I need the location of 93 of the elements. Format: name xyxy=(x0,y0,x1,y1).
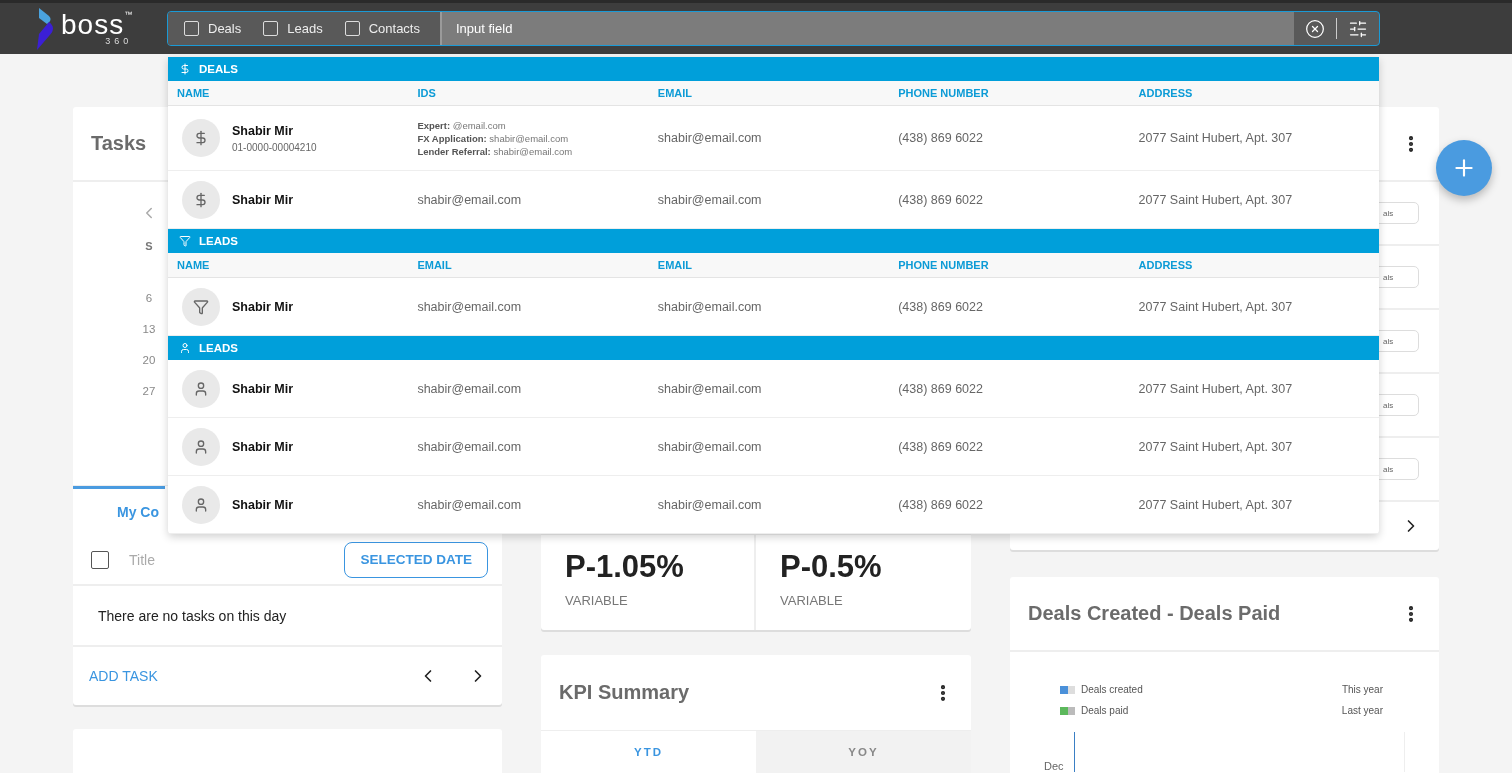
weekday-label: S xyxy=(145,240,153,252)
clear-icon[interactable] xyxy=(1305,18,1325,39)
table-cell-text: shabir@email.com xyxy=(657,299,763,314)
id-line: Lender Referral: shabir@email.com xyxy=(417,145,574,157)
filter-checkbox[interactable]: Deals xyxy=(184,21,242,36)
table-cell-text: (438) 869 6022 xyxy=(898,381,984,396)
stat-value: P-1.05% xyxy=(565,549,685,585)
table-cell-text: (438) 869 6022 xyxy=(898,131,984,145)
column-header: PHONE NUMBER xyxy=(898,259,990,271)
table-cell-text: shabir@email.com xyxy=(417,299,523,314)
search-field[interactable]: Input field xyxy=(442,12,1294,45)
axis-label: Dec xyxy=(1044,760,1065,772)
table-cell-text: shabir@email.com xyxy=(657,131,763,145)
section-title: LEADS xyxy=(199,235,238,247)
table-cell-text: (438) 869 6022 xyxy=(898,497,984,512)
result-row[interactable]: Shabir Mir 01-0000-00004210 Expert: @email.com FX Application: shabir@email.com Lender Referral: shabir@email.com shabir@email.com (438) 869 6022 2077 Saint Hubert, Apt. 307 xyxy=(168,106,1379,171)
id-line: Expert: @email.com xyxy=(417,119,507,131)
table-cell-text: 2077 Saint Hubert, Apt. 307 xyxy=(1138,131,1294,145)
column-header: IDS xyxy=(417,87,437,99)
result-id: 01-0000-00004210 xyxy=(232,141,317,153)
card-title: Tasks xyxy=(91,132,147,155)
table-cell-text: 2077 Saint Hubert, Apt. 307 xyxy=(1138,439,1294,454)
table-cell-text: (438) 869 6022 xyxy=(898,192,984,207)
person-icon xyxy=(179,342,191,354)
table-cell-text: shabir@email.com xyxy=(417,192,523,207)
result-row[interactable]: Shabir Mir shabir@email.com shabir@email.com (438) 869 6022 2077 Saint Hubert, Apt. 307 xyxy=(168,360,1379,418)
column-header: NAME xyxy=(177,259,211,271)
table-cell-text: shabir@email.com xyxy=(417,497,523,512)
person-icon xyxy=(193,438,209,455)
column-header: NAME xyxy=(177,87,211,99)
card-title: Deals Created - Deals Paid xyxy=(1028,602,1281,625)
stat-label: VARIABLE xyxy=(780,593,844,608)
filter-label: Leads xyxy=(287,21,323,36)
filter-checkbox[interactable]: Contacts xyxy=(344,21,420,36)
result-name: Shabir Mir xyxy=(232,299,294,314)
stat-label: VARIABLE xyxy=(565,593,629,608)
dollar-icon xyxy=(193,191,209,208)
calendar-day[interactable]: 13 xyxy=(142,323,156,354)
card-title: KPI Summary xyxy=(559,681,690,704)
funnel-icon xyxy=(193,298,209,315)
dollar-icon xyxy=(179,63,191,75)
table-cell-text: shabir@email.com xyxy=(657,439,763,454)
column-header: PHONE NUMBER xyxy=(898,87,990,99)
legend-label: Deals created xyxy=(1081,684,1143,695)
result-name: Shabir Mir xyxy=(232,497,294,512)
tab[interactable]: YOY xyxy=(756,730,971,773)
table-cell-text: 2077 Saint Hubert, Apt. 307 xyxy=(1138,192,1294,207)
table-cell-text: 2077 Saint Hubert, Apt. 307 xyxy=(1138,381,1294,396)
table-cell-text: 2077 Saint Hubert, Apt. 307 xyxy=(1138,497,1294,512)
sliders-icon[interactable] xyxy=(1348,18,1368,39)
trademark-mark: ™ xyxy=(124,10,133,19)
section-title: LEADS xyxy=(199,342,238,354)
table-cell-text: (438) 869 6022 xyxy=(898,299,984,314)
funnel-icon xyxy=(179,235,191,247)
table-cell-text: shabir@email.com xyxy=(417,439,523,454)
column-header: ADDRESS xyxy=(1138,259,1194,271)
column-header: EMAIL xyxy=(657,259,694,271)
result-name: Shabir Mir xyxy=(232,192,294,207)
filter-checkbox[interactable]: Leads xyxy=(263,21,323,36)
column-header: ADDRESS xyxy=(1138,87,1194,99)
id-line: FX Application: shabir@email.com xyxy=(417,132,570,144)
column-header: EMAIL xyxy=(657,87,694,99)
section-title: DEALS xyxy=(199,63,238,75)
legend-period: Last year xyxy=(1341,705,1383,716)
calendar-day[interactable]: 6 xyxy=(145,292,153,323)
add-task-button[interactable]: ADD TASK xyxy=(89,668,158,684)
add-button[interactable] xyxy=(1436,140,1492,196)
result-name: Shabir Mir xyxy=(232,381,294,396)
table-cell-text: shabir@email.com xyxy=(657,497,763,512)
empty-message: There are no tasks on this day xyxy=(73,586,502,647)
person-icon xyxy=(193,380,209,397)
table-cell-text: shabir@email.com xyxy=(657,381,763,396)
calendar-day[interactable]: 27 xyxy=(142,385,156,416)
logo-subtext: 360 xyxy=(105,37,133,46)
stat-value: P-0.5% xyxy=(780,549,883,585)
tab[interactable]: My Co xyxy=(73,486,165,535)
table-cell-text: shabir@email.com xyxy=(657,192,763,207)
legend-period: This year xyxy=(1341,684,1383,695)
filter-label: Contacts xyxy=(368,21,420,36)
legend-label: Deals paid xyxy=(1081,705,1129,716)
person-icon xyxy=(193,496,209,513)
result-name: Shabir Mir xyxy=(232,439,294,454)
column-header: EMAIL xyxy=(417,259,453,271)
selected-date-button[interactable]: SELECTED DATE xyxy=(344,541,488,578)
table-cell-text: 2077 Saint Hubert, Apt. 307 xyxy=(1138,299,1294,314)
dollar-icon xyxy=(193,130,209,146)
result-row[interactable]: Shabir Mir shabir@email.com shabir@email.com (438) 869 6022 2077 Saint Hubert, Apt. 307 xyxy=(168,418,1379,476)
checkbox[interactable] xyxy=(91,550,109,569)
table-cell-text: (438) 869 6022 xyxy=(898,439,984,454)
table-cell-text: shabir@email.com xyxy=(417,381,523,396)
filter-label: Deals xyxy=(208,21,242,36)
result-name: Shabir Mir xyxy=(232,123,295,138)
calendar-day[interactable]: 20 xyxy=(142,354,156,385)
